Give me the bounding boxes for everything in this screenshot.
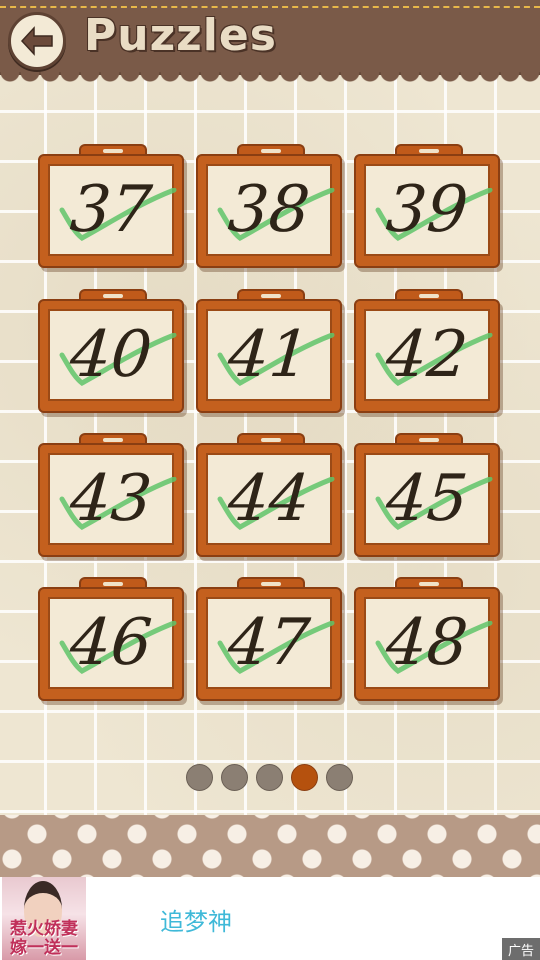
puzzle-number: 42 [383, 318, 471, 392]
puzzle-tile[interactable]: 40 [38, 289, 184, 413]
puzzle-number: 41 [225, 318, 313, 392]
page-indicator [186, 764, 353, 791]
page-dot[interactable] [326, 764, 353, 791]
polka-dot-band-overlay [0, 815, 540, 877]
ad-image-caption: 惹火娇妻 嫁一送一 [10, 919, 78, 958]
page-dot[interactable] [186, 764, 213, 791]
puzzle-number: 46 [67, 606, 155, 680]
puzzle-number: 37 [67, 173, 155, 247]
puzzle-number: 45 [383, 462, 471, 536]
puzzle-tile[interactable]: 37 [38, 144, 184, 268]
puzzle-tile[interactable]: 39 [354, 144, 500, 268]
puzzle-number: 44 [225, 462, 313, 536]
puzzle-number: 48 [383, 606, 471, 680]
page-dot[interactable] [221, 764, 248, 791]
puzzle-tile[interactable]: 48 [354, 577, 500, 701]
puzzle-tile[interactable]: 41 [196, 289, 342, 413]
ad-image[interactable]: 惹火娇妻 嫁一送一 [2, 877, 86, 960]
puzzle-tile[interactable]: 44 [196, 433, 342, 557]
puzzle-tile[interactable]: 47 [196, 577, 342, 701]
page-dot[interactable] [256, 764, 283, 791]
header-scallop-edge [0, 72, 540, 86]
puzzle-tile[interactable]: 38 [196, 144, 342, 268]
back-arrow-icon [20, 26, 53, 56]
ad-banner[interactable]: 惹火娇妻 嫁一送一 广告 [0, 877, 540, 960]
top-bar: Puzzles [0, 0, 540, 75]
puzzle-number: 40 [67, 318, 155, 392]
puzzle-number: 38 [225, 173, 313, 247]
page-dot[interactable] [291, 764, 318, 791]
puzzle-number: 39 [383, 173, 471, 247]
ad-badge: 广告 [502, 938, 540, 960]
page-title: Puzzles [84, 10, 277, 61]
puzzle-number: 47 [225, 606, 313, 680]
puzzle-number: 43 [67, 462, 155, 536]
puzzle-tile[interactable]: 46 [38, 577, 184, 701]
puzzle-tile[interactable]: 43 [38, 433, 184, 557]
puzzle-tile[interactable]: 42 [354, 289, 500, 413]
back-button[interactable] [8, 12, 66, 70]
ad-text[interactable]: 追梦神 [160, 902, 232, 937]
puzzle-tile[interactable]: 45 [354, 433, 500, 557]
